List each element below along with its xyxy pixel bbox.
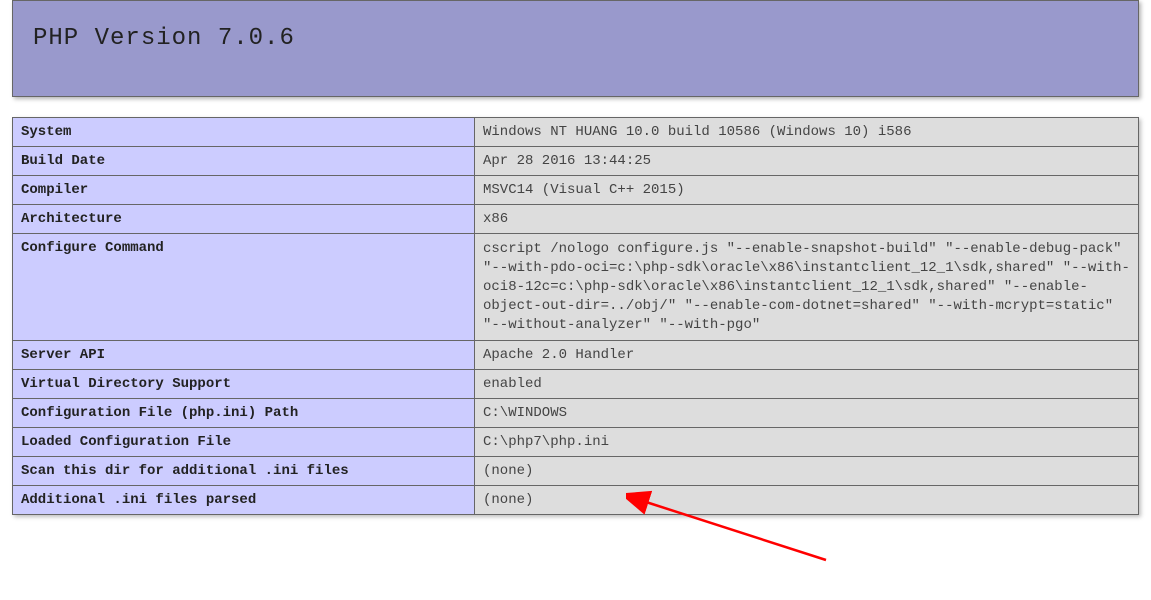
info-label: Compiler — [13, 176, 475, 205]
table-row: Loaded Configuration FileC:\php7\php.ini — [13, 428, 1139, 457]
info-label: Additional .ini files parsed — [13, 486, 475, 515]
info-label: Loaded Configuration File — [13, 428, 475, 457]
table-row: Scan this dir for additional .ini files(… — [13, 457, 1139, 486]
info-value: C:\php7\php.ini — [475, 428, 1139, 457]
info-label: Scan this dir for additional .ini files — [13, 457, 475, 486]
table-row: Server APIApache 2.0 Handler — [13, 341, 1139, 370]
info-value: (none) — [475, 457, 1139, 486]
table-row: Architecturex86 — [13, 205, 1139, 234]
info-label: Configuration File (php.ini) Path — [13, 399, 475, 428]
phpinfo-header: PHP Version 7.0.6 — [12, 0, 1139, 97]
info-value: Windows NT HUANG 10.0 build 10586 (Windo… — [475, 118, 1139, 147]
phpinfo-table: SystemWindows NT HUANG 10.0 build 10586 … — [12, 117, 1139, 515]
info-value: Apache 2.0 Handler — [475, 341, 1139, 370]
table-row: SystemWindows NT HUANG 10.0 build 10586 … — [13, 118, 1139, 147]
table-row: Virtual Directory Supportenabled — [13, 370, 1139, 399]
info-value: x86 — [475, 205, 1139, 234]
info-label: Build Date — [13, 147, 475, 176]
page-title: PHP Version 7.0.6 — [33, 25, 1118, 52]
info-label: System — [13, 118, 475, 147]
info-label: Configure Command — [13, 234, 475, 341]
table-row: Additional .ini files parsed(none) — [13, 486, 1139, 515]
info-value: cscript /nologo configure.js "--enable-s… — [475, 234, 1139, 341]
table-row: Configuration File (php.ini) PathC:\WIND… — [13, 399, 1139, 428]
info-value: enabled — [475, 370, 1139, 399]
table-row: CompilerMSVC14 (Visual C++ 2015) — [13, 176, 1139, 205]
info-label: Server API — [13, 341, 475, 370]
table-row: Configure Commandcscript /nologo configu… — [13, 234, 1139, 341]
info-label: Virtual Directory Support — [13, 370, 475, 399]
table-row: Build DateApr 28 2016 13:44:25 — [13, 147, 1139, 176]
info-value: Apr 28 2016 13:44:25 — [475, 147, 1139, 176]
info-label: Architecture — [13, 205, 475, 234]
info-value: MSVC14 (Visual C++ 2015) — [475, 176, 1139, 205]
info-value: (none) — [475, 486, 1139, 515]
info-value: C:\WINDOWS — [475, 399, 1139, 428]
